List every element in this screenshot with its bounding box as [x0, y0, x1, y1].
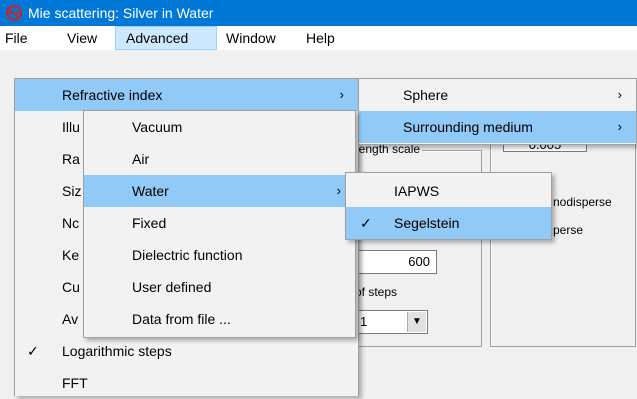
polydisperse-option[interactable]: perse	[553, 223, 583, 237]
menu-item-label: Refractive index	[62, 87, 163, 103]
menu-item-label: Logarithmic steps	[62, 343, 172, 359]
menu-item-label: Siz	[62, 183, 82, 199]
steps-label: of steps	[355, 285, 398, 299]
steps-value: 1	[360, 314, 368, 329]
submenu-arrow-icon: ›	[617, 119, 622, 134]
menu-item-label: Nc	[62, 215, 80, 231]
dropdown-arrow-icon[interactable]: ▼	[407, 312, 426, 332]
menu-item-air[interactable]: Air	[84, 143, 355, 175]
menu-item-fft[interactable]: FFT	[15, 367, 358, 399]
menu-item-iapws[interactable]: IAPWS	[346, 175, 551, 207]
menu-item-label: Water	[132, 183, 169, 199]
menu-item-data-from-file[interactable]: Data from file ...	[84, 303, 355, 335]
menu-item-label: Data from file ...	[132, 311, 231, 327]
menu-item-label: Fixed	[132, 215, 167, 231]
submenu-arrow-icon: ›	[617, 87, 622, 102]
menu-item-fixed[interactable]: Fixed	[84, 207, 355, 239]
steps-select[interactable]: 1 ▼	[355, 310, 428, 334]
menu-item-label: Ke	[62, 247, 80, 263]
menu-item-label: Vacuum	[132, 119, 183, 135]
menu-item-logarithmic-steps[interactable]: ✓ Logarithmic steps	[15, 335, 358, 367]
window-title: Mie scattering: Silver in Water	[28, 5, 214, 21]
submenu-arrow-icon: ›	[339, 87, 344, 102]
menu-item-dielectric-function[interactable]: Dielectric function	[84, 239, 355, 271]
menu-item-label: Surrounding medium	[403, 119, 533, 135]
menu-item-label: Cu	[62, 279, 80, 295]
menu-item-label: User defined	[132, 279, 212, 295]
wavelength-value: 600	[408, 254, 430, 269]
menu-item-sphere[interactable]: Sphere ›	[359, 79, 636, 111]
title-bar: Mie scattering: Silver in Water	[0, 0, 637, 26]
menu-file[interactable]: File	[5, 26, 28, 50]
menu-help[interactable]: Help	[306, 26, 335, 50]
menu-item-label: Illu	[62, 119, 80, 135]
submenu-arrow-icon: ›	[336, 183, 341, 198]
menu-item-refractive-index[interactable]: Refractive index ›	[15, 79, 358, 111]
monodisperse-option[interactable]: nodisperse	[553, 195, 612, 209]
menu-item-user-defined[interactable]: User defined	[84, 271, 355, 303]
menu-item-label: IAPWS	[394, 183, 440, 199]
menu-item-segelstein[interactable]: ✓ Segelstein	[346, 207, 551, 239]
menu-item-water[interactable]: Water ›	[84, 175, 355, 207]
menu-window[interactable]: Window	[226, 26, 276, 50]
menu-bar: File View Advanced Window Help	[0, 26, 637, 50]
menu-advanced[interactable]: Advanced	[115, 26, 217, 50]
menu-item-label: Segelstein	[394, 215, 460, 231]
wavelength-field[interactable]: 600	[355, 250, 437, 274]
menu-item-label: Ra	[62, 151, 80, 167]
menu-item-vacuum[interactable]: Vacuum	[84, 111, 355, 143]
menu-item-label: Air	[132, 151, 150, 167]
water-submenu: IAPWS ✓ Segelstein	[345, 172, 552, 240]
app-icon	[5, 4, 23, 25]
menu-item-label: Dielectric function	[132, 247, 243, 263]
menu-item-label: Sphere	[403, 87, 449, 103]
check-icon: ✓	[27, 343, 39, 359]
menu-item-label: Av	[62, 311, 79, 327]
surrounding-medium-submenu: Vacuum Air Water › Fixed Dielectric func…	[83, 110, 356, 338]
check-icon: ✓	[360, 215, 372, 231]
menu-item-surrounding-medium[interactable]: Surrounding medium ›	[359, 111, 636, 143]
refractive-index-submenu: Sphere › Surrounding medium ›	[358, 78, 637, 145]
menu-view[interactable]: View	[67, 26, 97, 50]
menu-item-label: FFT	[62, 375, 88, 391]
